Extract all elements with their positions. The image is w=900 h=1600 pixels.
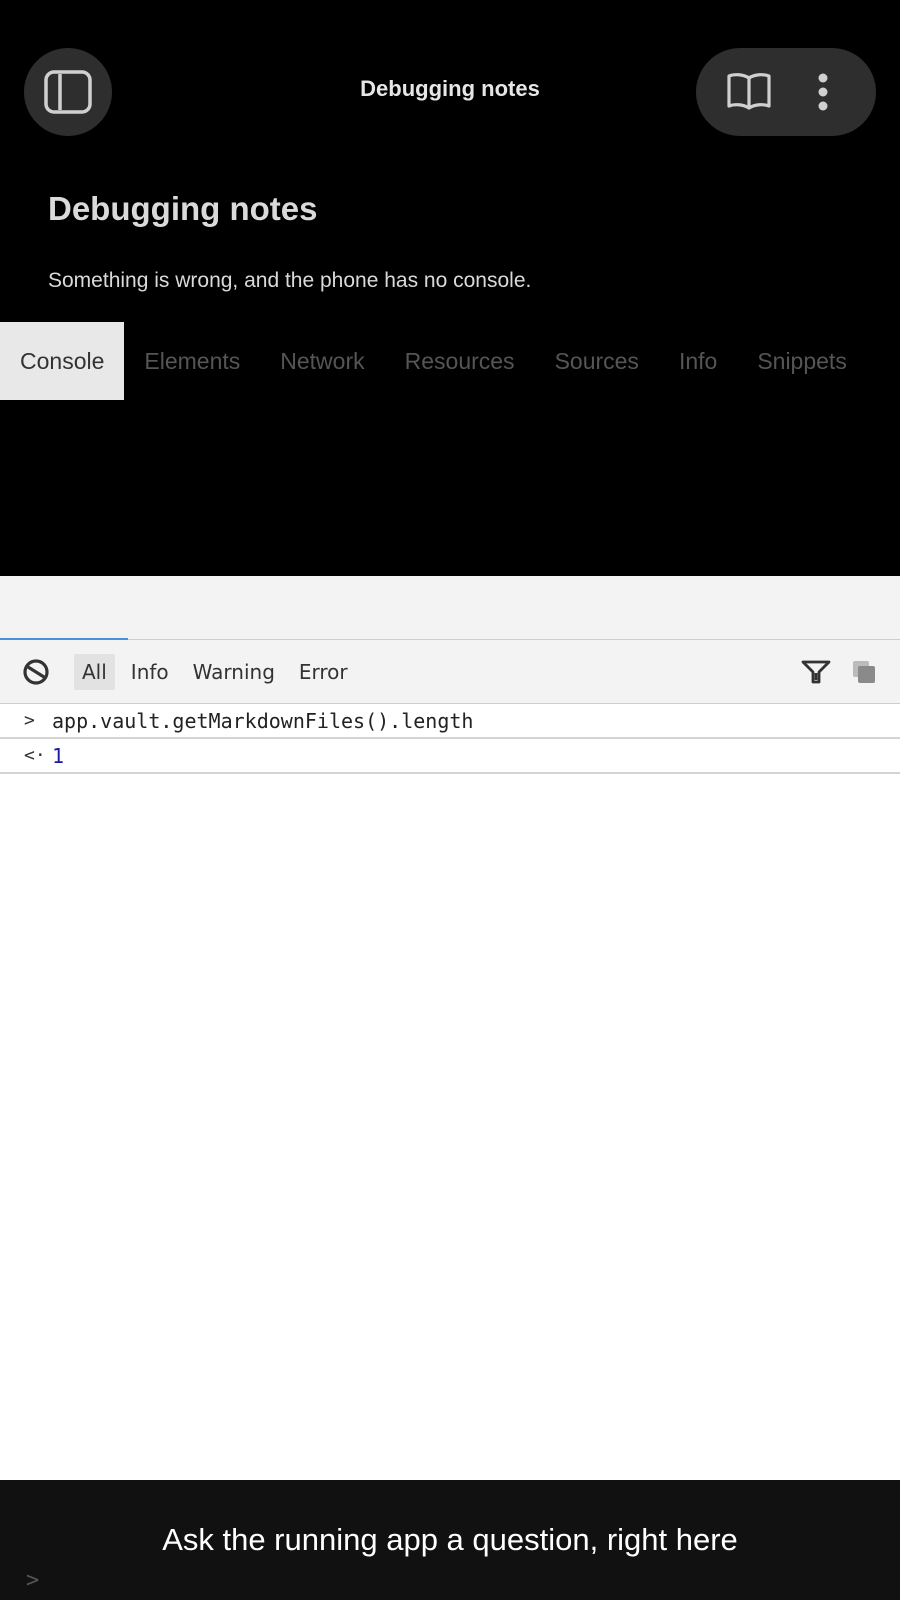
console-toolbar: All Info Warning Error xyxy=(0,640,900,704)
more-options-button[interactable] xyxy=(791,60,855,124)
caption-text: Ask the running app a question, right he… xyxy=(162,1522,738,1557)
sidebar-toggle-icon xyxy=(44,70,92,114)
tab-snippets[interactable]: Snippets xyxy=(737,322,867,400)
console-input-entry: > app.vault.getMarkdownFiles().length xyxy=(0,704,900,739)
tab-console[interactable]: Console xyxy=(0,322,125,400)
clear-console-button[interactable] xyxy=(20,656,52,688)
note-title: Debugging notes xyxy=(48,190,318,227)
reading-view-button[interactable] xyxy=(717,60,781,124)
console-toolbar-right xyxy=(800,640,880,704)
result-prompt-marker: <· xyxy=(24,745,46,766)
open-book-icon xyxy=(727,73,771,110)
top-app-bar: Debugging notes xyxy=(0,0,900,184)
action-pill xyxy=(696,48,876,136)
filter-button[interactable] xyxy=(800,656,832,688)
console-command: app.vault.getMarkdownFiles().length xyxy=(52,708,474,733)
devtools-tab-bar: Console Elements Network Resources Sourc… xyxy=(0,322,900,400)
clear-console-icon xyxy=(23,658,49,685)
tab-sources[interactable]: Sources xyxy=(535,322,659,400)
input-prompt-marker: > xyxy=(24,710,35,731)
tab-resources[interactable]: Resources xyxy=(385,322,535,400)
console-result-value: 1 xyxy=(52,743,65,768)
topbar-title: Debugging notes xyxy=(360,76,540,101)
filter-funnel-icon xyxy=(801,660,831,684)
level-filter-info[interactable]: Info xyxy=(123,654,177,690)
level-filter-warning[interactable]: Warning xyxy=(185,654,283,690)
more-vertical-icon xyxy=(818,73,828,111)
level-filter-error[interactable]: Error xyxy=(291,654,356,690)
note-body: Something is wrong, and the phone has no… xyxy=(48,269,532,292)
console-panel: All Info Warning Error > app.vault.getMa… xyxy=(0,576,900,1480)
sidebar-toggle-button[interactable] xyxy=(24,48,112,136)
tab-network[interactable]: Network xyxy=(260,322,384,400)
copy-button[interactable] xyxy=(848,656,880,688)
console-header-strip xyxy=(0,576,900,640)
console-result-entry: <· 1 xyxy=(0,739,900,774)
copy-icon xyxy=(853,661,875,683)
level-filter-all[interactable]: All xyxy=(74,653,115,690)
tab-info[interactable]: Info xyxy=(659,322,737,400)
tab-elements[interactable]: Elements xyxy=(124,322,260,400)
console-input-field[interactable]: > xyxy=(26,1568,39,1593)
